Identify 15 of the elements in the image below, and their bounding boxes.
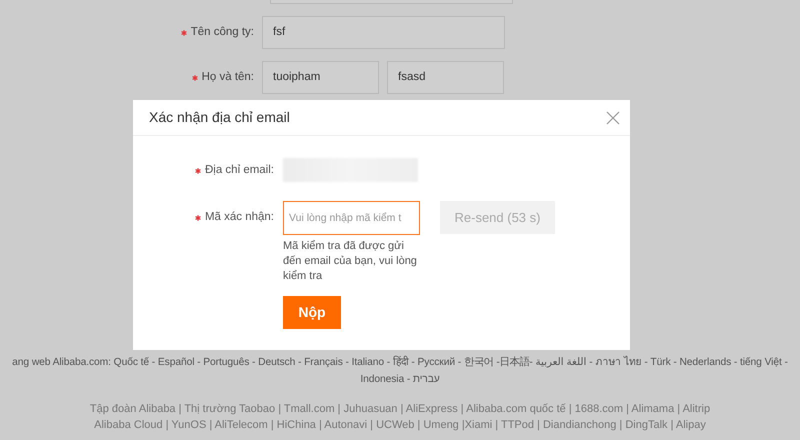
field-label: Địa chỉ email: [204, 162, 274, 178]
footer-links: Alibaba Cloud | YunOS | AliTelecom | HiChina | Autonavi | UCWeb | Umeng |Xiami | TTPod | Diandianchong | DingTalk | Alipay [93, 418, 707, 433]
input-field[interactable]: fsf [262, 16, 505, 49]
input-field[interactable]: tuoipham [262, 61, 379, 94]
modal-title: Xác nhận địa chỉ email [149, 108, 290, 127]
field-label: Họ và tên: [202, 70, 254, 85]
hint-text: Mã kiểm tra đã được gửi đến email của bạn, vui lòng kiểm tra [283, 239, 418, 284]
footer-links: Tập đoàn Alibaba | Thị trường Taobao | Tmall.com | Juhuasuan | AliExpress | Alibaba.com quốc tế | 1688.com | Alimama | Alitrip [88, 402, 712, 417]
input-field[interactable]: fsasd [387, 61, 504, 94]
field-label: Mã xác nhận: [204, 210, 274, 225]
field-label: Tên công ty: [190, 24, 254, 40]
code-input[interactable]: Vui lòng nhập mã kiểm t [283, 201, 420, 235]
close-icon[interactable] [606, 110, 620, 124]
language-links: Indonesia - עברית [359, 373, 441, 387]
language-links: ang web Alibaba.com: Quốc tế - Español - Português - Deutsch - Français - Italiano - हिंदी - Русский - 한국어 -日本語- اللغة العربية - ภาษา ไทย - Türk - Nederlands - tiếng Việt - [11, 354, 789, 370]
